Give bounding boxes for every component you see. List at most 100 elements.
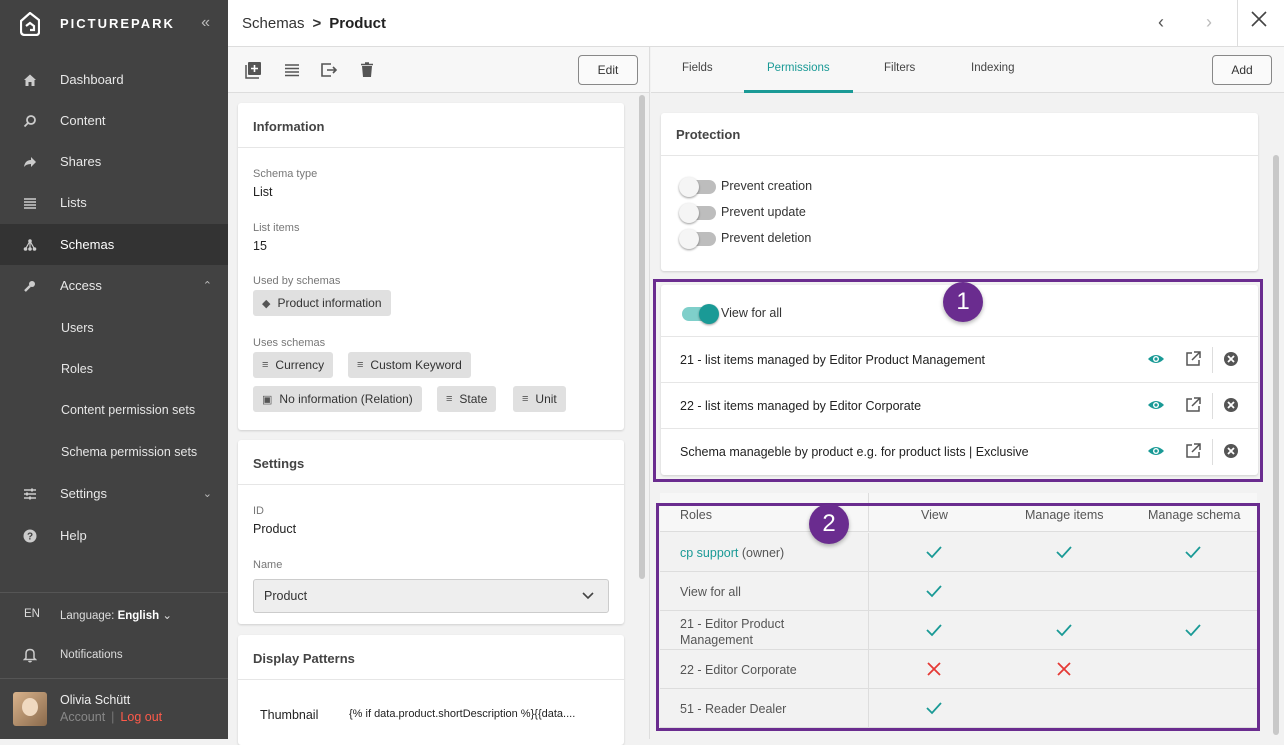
sidebar: PICTUREPARK « Dashboard Content Shares L… [0, 0, 228, 739]
display-patterns-card: Display Patterns Thumbnail {% if data.pr… [238, 635, 624, 745]
uses-chip[interactable]: ≡ State [437, 386, 497, 412]
breadcrumb-separator: > [312, 15, 322, 32]
chevron-down-icon: ⌄ [202, 488, 212, 500]
delete-icon[interactable] [358, 61, 376, 79]
sidebar-item-access[interactable]: Access ⌃ [0, 265, 228, 306]
collapse-sidebar-icon[interactable]: « [201, 14, 210, 32]
account-link[interactable]: Account [60, 710, 105, 724]
wrench-icon [22, 278, 38, 294]
display-patterns-title: Display Patterns [238, 635, 624, 680]
sidebar-item-label: Dashboard [60, 72, 124, 87]
home-icon [22, 72, 38, 88]
settings-title: Settings [238, 440, 624, 485]
sidebar-divider [0, 592, 228, 593]
export-icon[interactable] [320, 61, 338, 79]
top-bar: Schemas > Product ‹ › [228, 0, 1284, 47]
search-icon [22, 113, 38, 129]
chip-label: Currency [275, 358, 325, 372]
bell-icon[interactable] [22, 647, 38, 663]
prevent-creation-toggle[interactable] [679, 177, 716, 197]
sidebar-divider [0, 678, 228, 679]
share-icon [22, 154, 38, 170]
sidebar-subitem-schema-permission-sets[interactable]: Schema permission sets [61, 445, 197, 459]
header-divider [1237, 0, 1238, 47]
help-icon: ? [22, 528, 38, 544]
name-select[interactable]: Product [253, 579, 609, 613]
used-by-chip[interactable]: ◆ Product information [253, 290, 391, 316]
list-icon: ≡ [446, 393, 453, 405]
layers-icon: ◆ [262, 297, 271, 310]
used-by-label: Used by schemas [253, 275, 341, 287]
sidebar-item-settings[interactable]: Settings ⌄ [0, 473, 228, 514]
relation-icon: ▣ [262, 393, 273, 406]
add-copy-icon[interactable] [245, 61, 263, 79]
sidebar-item-lists[interactable]: Lists [0, 182, 228, 223]
schema-icon [22, 237, 38, 253]
list-icon: ≡ [357, 359, 364, 371]
schema-type-label: Schema type [253, 168, 318, 180]
sliders-icon [22, 486, 38, 502]
list-items-label: List items [253, 222, 300, 234]
logout-link[interactable]: Log out [120, 710, 162, 724]
left-toolbar: Edit [228, 47, 649, 93]
chip-label: Custom Keyword [370, 358, 462, 372]
sidebar-item-label: Access [60, 278, 102, 293]
list-icon: ≡ [262, 359, 269, 371]
sidebar-item-content[interactable]: Content [0, 100, 228, 141]
edit-button[interactable]: Edit [578, 55, 638, 85]
prevent-update-label: Prevent update [721, 205, 806, 219]
sidebar-item-dashboard[interactable]: Dashboard [0, 59, 228, 100]
uses-chip[interactable]: ≡ Unit [513, 386, 566, 412]
sidebar-item-help[interactable]: ? Help [0, 515, 228, 556]
user-account-row: Account | Log out [60, 710, 162, 724]
tab-indexing[interactable]: Indexing [971, 62, 1014, 74]
chip-label: No information (Relation) [279, 392, 413, 406]
chevron-down-icon [582, 589, 594, 603]
chevron-down-icon: ⌄ [162, 610, 172, 622]
thumbnail-pattern-value[interactable]: {% if data.product.shortDescription %}{{… [349, 708, 575, 720]
picturepark-logo-icon [20, 11, 40, 36]
tab-bar: Fields Permissions Filters Indexing Add [651, 47, 1284, 93]
schema-type-value: List [253, 185, 273, 199]
tab-permissions[interactable]: Permissions [767, 62, 830, 74]
sidebar-subitem-roles[interactable]: Roles [61, 362, 93, 376]
sidebar-item-shares[interactable]: Shares [0, 141, 228, 182]
list-icon[interactable] [283, 61, 301, 79]
right-scrollbar[interactable] [1273, 155, 1279, 735]
breadcrumb-parent[interactable]: Schemas [242, 15, 305, 32]
active-tab-indicator [744, 90, 853, 93]
language-selector[interactable]: Language: English ⌄ [60, 608, 172, 622]
language-code: EN [24, 608, 40, 620]
separator: | [111, 710, 115, 724]
prevent-deletion-toggle[interactable] [679, 229, 716, 249]
next-icon[interactable]: › [1206, 12, 1212, 33]
chip-label: State [459, 392, 488, 406]
annotation-badge: 1 [943, 282, 983, 322]
language-label: Language: [60, 610, 115, 622]
sidebar-subitem-content-permission-sets[interactable]: Content permission sets [61, 403, 195, 417]
brand-name: PICTUREPARK [60, 16, 175, 31]
left-scrollbar[interactable] [639, 95, 645, 579]
chevron-up-icon: ⌃ [202, 280, 212, 292]
chip-label: Unit [535, 392, 557, 406]
avatar[interactable] [13, 692, 47, 726]
sidebar-item-schemas[interactable]: Schemas [0, 224, 228, 265]
list-icon [22, 195, 38, 211]
prevent-update-toggle[interactable] [679, 203, 716, 223]
notifications-link[interactable]: Notifications [60, 649, 123, 661]
previous-icon[interactable]: ‹ [1158, 12, 1164, 33]
close-icon[interactable] [1250, 10, 1268, 33]
uses-chip[interactable]: ≡ Currency [253, 352, 334, 378]
information-title: Information [238, 103, 624, 148]
sidebar-subitem-users[interactable]: Users [61, 321, 94, 335]
sidebar-item-label: Content [60, 113, 106, 128]
uses-chip[interactable]: ▣ No information (Relation) [253, 386, 422, 412]
schema-detail-pane: Edit Information Schema type List List i… [228, 47, 650, 745]
prevent-deletion-label: Prevent deletion [721, 231, 812, 245]
add-button[interactable]: Add [1212, 55, 1272, 85]
tab-fields[interactable]: Fields [682, 62, 713, 74]
sidebar-item-label: Schemas [60, 237, 115, 252]
tab-filters[interactable]: Filters [884, 62, 915, 74]
brand[interactable]: PICTUREPARK « [0, 0, 228, 47]
uses-chip[interactable]: ≡ Custom Keyword [348, 352, 471, 378]
